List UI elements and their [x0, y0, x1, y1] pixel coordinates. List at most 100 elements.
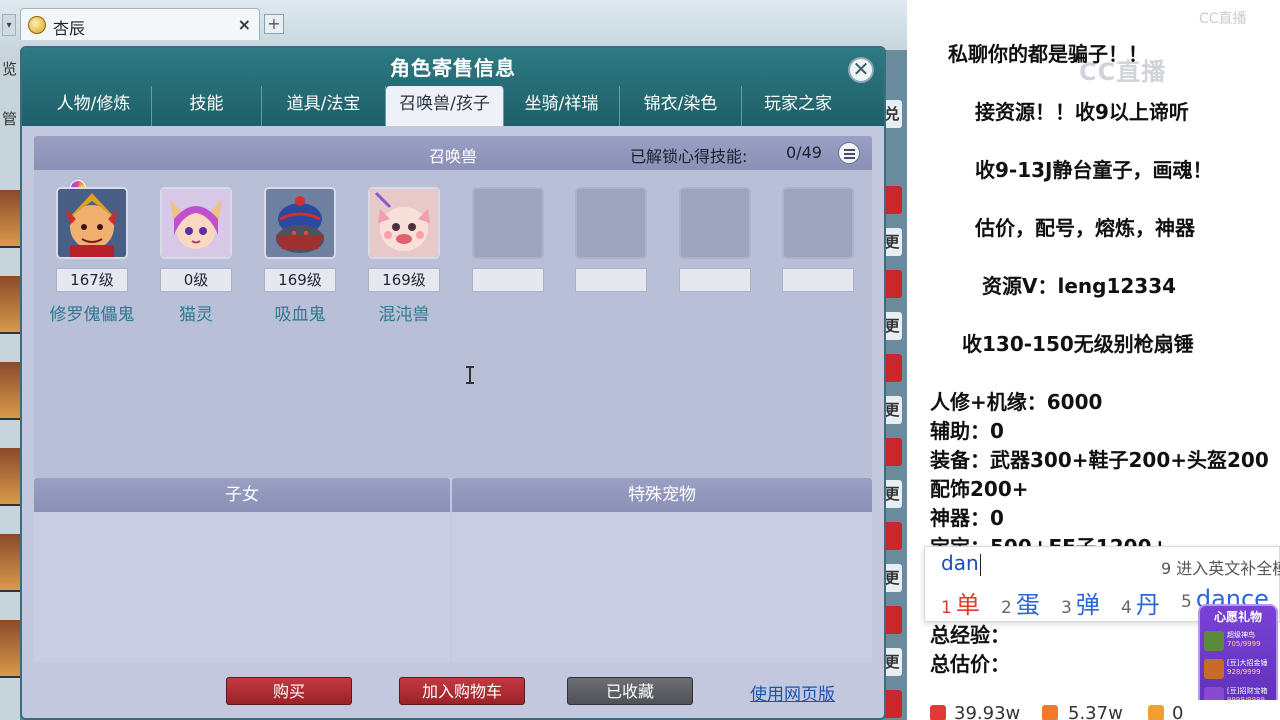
chat-line: 私聊你的都是骗子！！ [948, 42, 1148, 66]
background-thumbnail [0, 620, 20, 678]
dialog-body: 召唤兽 已解锁心得技能: 0/49 167级 0级 169级 169级 修罗傀儡… [22, 126, 884, 718]
tab-bar: ▾ 杏辰 × + [0, 0, 907, 50]
heat-count: 39.93w [954, 703, 1021, 720]
tab-title: 杏辰 [53, 19, 86, 38]
left-edge-text: 管 [2, 110, 18, 128]
chat-line: 收9-13J静台童子，画魂！ [975, 158, 1213, 182]
tab-close-icon[interactable]: × [238, 15, 251, 34]
background-thumbnail [0, 362, 20, 420]
pet-name[interactable]: 猫灵 [141, 300, 251, 325]
empty-pet-slot[interactable] [782, 187, 854, 259]
tab-menu-arrow-icon[interactable]: ▾ [2, 14, 16, 36]
chat-line: 总经验： [930, 623, 1010, 647]
tab-mounts[interactable]: 坐骑/祥瑞 [504, 86, 620, 126]
gift-hammer-icon [1204, 659, 1224, 679]
pet-level: 0级 [160, 268, 232, 292]
tab-character[interactable]: 人物/修炼 [36, 86, 152, 126]
chat-line: 装备：武器300+鞋子200+头盔200 [930, 448, 1269, 472]
tab-outfits[interactable]: 锦衣/染色 [620, 86, 742, 126]
tab-items[interactable]: 道具/法宝 [262, 86, 386, 126]
special-pets-title: 特殊宠物 [452, 478, 872, 512]
fans-count: 5.37w [1068, 703, 1123, 720]
children-title: 子女 [34, 478, 450, 512]
fans-icon [1042, 705, 1058, 720]
children-panel: 子女 [34, 478, 450, 662]
summon-panel: 召唤兽 已解锁心得技能: 0/49 167级 0级 169级 169级 修罗傀儡… [34, 136, 872, 478]
skill-unlock-count: 0/49 [786, 143, 822, 162]
asura-puppet-icon [58, 189, 126, 257]
empty-level [679, 268, 751, 292]
skill-unlock-label: 已解锁心得技能: [630, 147, 748, 166]
tab-summon-children[interactable]: 召唤兽/孩子 [386, 86, 504, 126]
gift-icon [1148, 705, 1164, 720]
new-tab-button[interactable]: + [264, 14, 284, 34]
wish-gift-title: 心愿礼物 [1213, 610, 1262, 624]
ime-candidate[interactable]: 4丹 [1121, 585, 1160, 620]
pet-name[interactable]: 混沌兽 [349, 300, 459, 325]
special-pets-panel: 特殊宠物 [452, 478, 872, 662]
pet-slot[interactable] [160, 187, 232, 259]
empty-level [472, 268, 544, 292]
ime-input-text[interactable]: dan [941, 551, 979, 575]
ime-candidate[interactable]: 2蛋 [1001, 585, 1040, 620]
dialog-tabs: 人物/修炼 技能 道具/法宝 召唤兽/孩子 坐骑/祥瑞 锦衣/染色 玩家之家 [36, 86, 876, 126]
empty-pet-slot[interactable] [575, 187, 647, 259]
dialog-header: 角色寄售信息 ✕ 人物/修炼 技能 道具/法宝 召唤兽/孩子 坐骑/祥瑞 锦衣/… [22, 48, 884, 126]
empty-pet-slot[interactable] [472, 187, 544, 259]
favorited-button[interactable]: 已收藏 [567, 677, 693, 705]
chat-line: 宝宝：500+EF子1200+ [930, 531, 1168, 546]
gift-bird-icon [1204, 631, 1224, 651]
buy-button[interactable]: 购买 [226, 677, 352, 705]
chat-line: 收130-150无级别枪扇锤 [962, 332, 1194, 356]
ime-caret [980, 554, 981, 576]
vampire-icon [266, 189, 334, 257]
browser-tab[interactable]: 杏辰 × [20, 8, 260, 40]
ime-hint: 9 进入英文补全模式 [1161, 559, 1280, 578]
pet-level: 167级 [56, 268, 128, 292]
empty-pet-slot[interactable] [679, 187, 751, 259]
pet-slot[interactable] [368, 187, 440, 259]
empty-level [782, 268, 854, 292]
chat-line: 辅助：0 [930, 419, 1004, 443]
chat-line: 资源V：leng12334 [982, 274, 1177, 298]
ime-candidate[interactable]: 1单 [941, 585, 980, 620]
gift-item[interactable]: 超级神鸟 705/9999 [1204, 630, 1274, 654]
role-sale-dialog: 角色寄售信息 ✕ 人物/修炼 技能 道具/法宝 召唤兽/孩子 坐骑/祥瑞 锦衣/… [20, 46, 886, 720]
cat-spirit-icon [162, 189, 230, 257]
gift-count: 0 [1172, 703, 1184, 720]
background-thumbnail [0, 534, 20, 592]
close-icon[interactable]: ✕ [848, 57, 874, 83]
chat-line: 人修+机缘：6000 [930, 390, 1103, 414]
chaos-beast-icon [370, 189, 438, 257]
background-thumbnail [0, 190, 20, 248]
chat-line: 估价，配号，熔炼，神器 [975, 216, 1195, 240]
chat-line: 配饰200+ [930, 477, 1029, 501]
summon-header: 召唤兽 已解锁心得技能: 0/49 [34, 136, 872, 170]
heat-icon [930, 705, 946, 720]
pet-level: 169级 [264, 268, 336, 292]
tab-skills[interactable]: 技能 [152, 86, 262, 126]
tab-player-home[interactable]: 玩家之家 [742, 86, 854, 126]
gift-item[interactable]: [豆]大招金锤 928/9999 [1204, 658, 1274, 682]
left-edge-text: 览 [2, 60, 18, 78]
pet-slot[interactable] [264, 187, 336, 259]
text-cursor-icon [466, 366, 474, 384]
pet-level: 169级 [368, 268, 440, 292]
cc-small-logo: CC直播 [1199, 11, 1247, 27]
pet-name[interactable]: 修罗傀儡鬼 [37, 300, 147, 325]
background-thumbnail [0, 448, 20, 506]
list-icon[interactable] [838, 142, 860, 164]
empty-level [575, 268, 647, 292]
background-thumbnail [0, 276, 20, 334]
chat-line: 接资源！！收9以上谛听 [975, 100, 1189, 124]
add-to-cart-button[interactable]: 加入购物车 [399, 677, 525, 705]
chat-line: 神器：0 [930, 506, 1004, 530]
chat-line: 总估价： [930, 652, 1010, 676]
pet-slot[interactable] [56, 187, 128, 259]
ime-candidate[interactable]: 3弹 [1061, 585, 1100, 620]
favicon-icon [28, 16, 46, 34]
pet-name[interactable]: 吸血鬼 [245, 300, 355, 325]
web-version-link[interactable]: 使用网页版 [750, 680, 835, 705]
dialog-title: 角色寄售信息 [390, 56, 516, 80]
browser-window: ▾ 杏辰 × + 览 管 兑 更 更 更 更 更 更 角色寄售信息 ✕ 人物/修… [0, 0, 907, 720]
